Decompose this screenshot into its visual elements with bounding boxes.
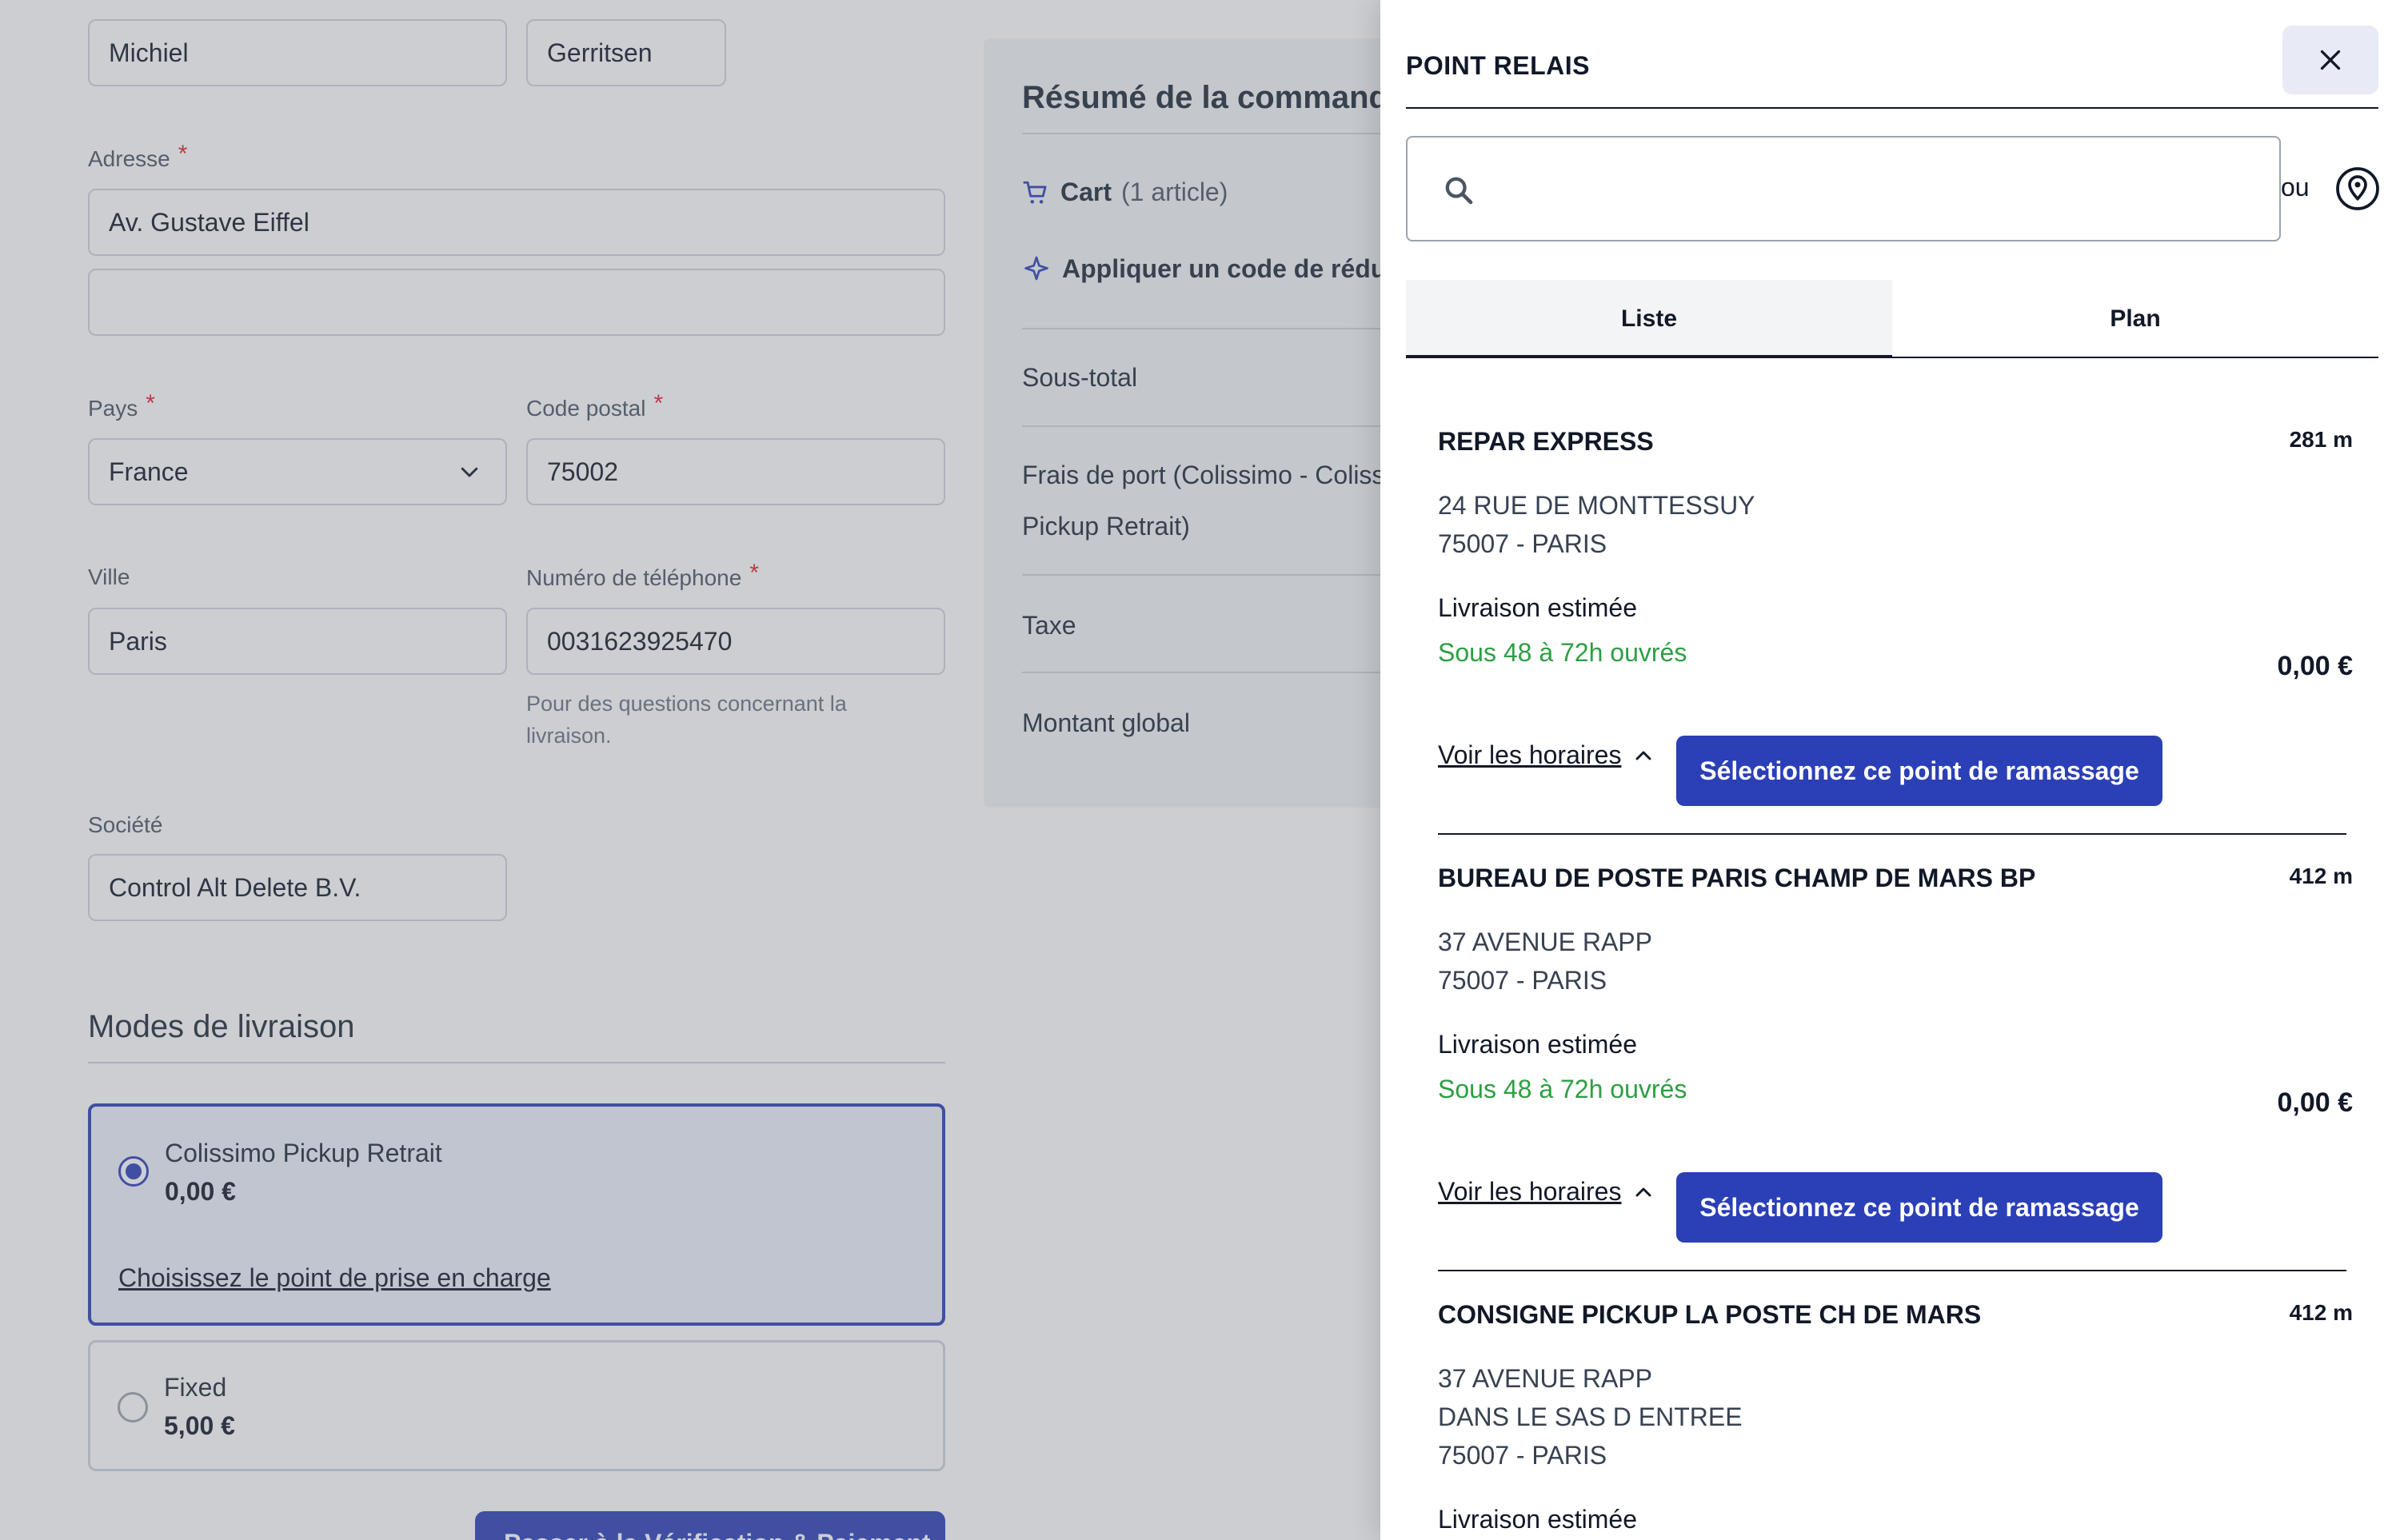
relay-estimate-label: Livraison estimée <box>1438 1505 1637 1534</box>
relay-item: REPAR EXPRESS 281 m 24 RUE DE MONTTESSUY… <box>1438 427 2353 811</box>
relay-estimate-label: Livraison estimée <box>1438 593 1637 622</box>
tab-map[interactable]: Plan <box>1892 280 2378 358</box>
drawer-title: POINT RELAIS <box>1406 51 1591 80</box>
relay-name: REPAR EXPRESS <box>1438 427 1654 456</box>
relay-estimate-label: Livraison estimée <box>1438 1030 1637 1059</box>
relay-delay: Sous 48 à 72h ouvrés <box>1438 638 1687 667</box>
relay-distance: 281 m <box>2289 427 2353 452</box>
select-pickup-point-button[interactable]: Sélectionnez ce point de ramassage <box>1676 1172 2162 1243</box>
pickup-search-input[interactable] <box>1406 136 2281 241</box>
relay-address-line: 75007 - PARIS <box>1438 966 1607 995</box>
chevron-up-icon <box>1635 1187 1651 1196</box>
relay-address-line: 24 RUE DE MONTTESSUY <box>1438 491 1755 520</box>
tab-list[interactable]: Liste <box>1406 280 1892 358</box>
relay-price: 0,00 € <box>2277 651 2353 681</box>
relay-name: BUREAU DE POSTE PARIS CHAMP DE MARS BP <box>1438 864 2036 892</box>
geolocation-icon[interactable] <box>2334 165 2382 213</box>
search-icon <box>1445 177 1473 205</box>
relay-distance: 412 m <box>2289 864 2353 888</box>
relay-name: CONSIGNE PICKUP LA POSTE CH DE MARS <box>1438 1300 1982 1329</box>
relay-address-line: 37 AVENUE RAPP <box>1438 928 1652 956</box>
relay-price: 0,00 € <box>2277 1087 2353 1118</box>
relay-divider <box>1438 1270 2346 1271</box>
relay-address-line: 75007 - PARIS <box>1438 1441 1607 1470</box>
close-icon <box>2320 50 2341 70</box>
view-hours-toggle[interactable]: Voir les horaires <box>1438 1177 1656 1207</box>
relay-delay: Sous 48 à 72h ouvrés <box>1438 1075 1687 1103</box>
chevron-up-icon <box>1635 751 1651 760</box>
relay-divider <box>1438 833 2346 835</box>
relay-address-line: 75007 - PARIS <box>1438 529 1607 558</box>
close-button[interactable] <box>2282 26 2378 94</box>
modal-backdrop[interactable] <box>0 0 1380 1540</box>
select-pickup-point-button[interactable]: Sélectionnez ce point de ramassage <box>1676 736 2162 806</box>
relay-address-line: 37 AVENUE RAPP <box>1438 1364 1652 1393</box>
relay-item: BUREAU DE POSTE PARIS CHAMP DE MARS BP 4… <box>1438 864 2353 1247</box>
active-tab-indicator <box>1406 355 1892 358</box>
relay-item: CONSIGNE PICKUP LA POSTE CH DE MARS 412 … <box>1438 1300 2353 1540</box>
view-hours-toggle[interactable]: Voir les horaires <box>1438 740 1656 770</box>
drawer-divider <box>1406 107 2378 109</box>
pickup-point-drawer: POINT RELAIS ou Liste Plan REPAR EXPRESS… <box>1380 0 2404 1540</box>
relay-distance: 412 m <box>2289 1300 2353 1325</box>
relay-address-line: DANS LE SAS D ENTREE <box>1438 1402 1743 1431</box>
